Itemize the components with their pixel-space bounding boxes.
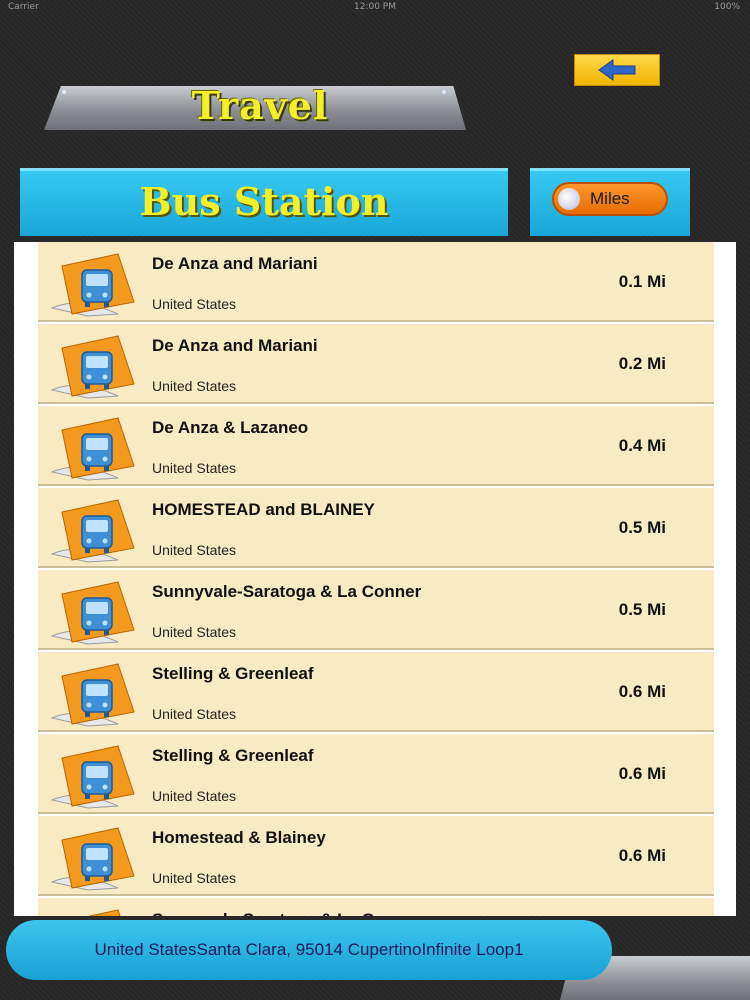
station-distance: 0.2 Mi [618, 354, 666, 373]
station-name: De Anza and Mariani [152, 336, 318, 355]
bus-icon [50, 499, 135, 563]
bus-icon [50, 745, 135, 809]
bus-icon [50, 663, 135, 727]
station-distance: 0.6 Mi [618, 682, 666, 701]
status-bar: Carrier 12:00 PM 100% [0, 0, 750, 14]
section-title: Bus Station [139, 179, 389, 224]
bus-station-icon [48, 252, 138, 318]
station-list[interactable]: De Anza and Mariani United States 0.1 Mi De… [14, 242, 736, 916]
station-country: United States [152, 378, 237, 394]
bus-icon [50, 417, 135, 481]
back-button[interactable] [574, 54, 660, 86]
station-name: De Anza and Mariani [152, 254, 318, 273]
bus-station-icon [48, 416, 138, 482]
station-distance: 0.1 Mi [618, 272, 666, 291]
units-toggle[interactable]: Miles [552, 182, 668, 216]
station-name: HOMESTEAD and BLAINEY [152, 500, 375, 519]
list-item[interactable]: HOMESTEAD and BLAINEY United States 0.5 Mi [38, 488, 714, 568]
list-item[interactable]: Sunnyvale-Saratoga & La Conner United Sta… [38, 570, 714, 650]
station-country: United States [152, 460, 237, 476]
station-name: Sunnyvale-Saratoga & La Conner [152, 582, 422, 601]
bus-station-icon [48, 826, 138, 892]
station-name: Sunnyvale-Saratoga & La Conner [152, 910, 421, 916]
bus-icon [50, 581, 135, 645]
list-item[interactable]: De Anza & Lazaneo United States 0.4 Mi [38, 406, 714, 486]
bus-icon [50, 253, 135, 317]
battery-label: 100% [714, 2, 740, 12]
bus-station-icon [48, 908, 138, 916]
station-distance: 0.5 Mi [618, 600, 666, 619]
bus-icon [87, 909, 121, 916]
station-name: Homestead & Blainey [152, 828, 326, 847]
bus-station-icon [48, 334, 138, 400]
list-item[interactable]: Stelling & Greenleaf United States 0.6 Mi [38, 652, 714, 732]
clock: 12:00 PM [354, 2, 396, 12]
bus-station-icon [48, 580, 138, 646]
station-name: Stelling & Greenleaf [152, 664, 314, 683]
station-distance: 0.5 Mi [618, 518, 666, 537]
list-item[interactable]: Homestead & Blainey United States 0.6 Mi [38, 816, 714, 896]
address-bar[interactable]: United StatesSanta Clara, 95014 Cupertin… [6, 920, 612, 980]
list-item[interactable]: Sunnyvale-Saratoga & La ConnerUnited Sta… [38, 898, 714, 916]
units-label: Miles [590, 189, 630, 208]
station-distance: 0.6 Mi [618, 846, 666, 865]
station-country: United States [152, 870, 237, 886]
bus-station-icon [48, 662, 138, 728]
bus-station-icon [48, 744, 138, 810]
list-item[interactable]: De Anza and Mariani United States 0.1 Mi [38, 242, 714, 322]
toggle-knob[interactable] [558, 188, 580, 210]
station-country: United States [152, 296, 237, 312]
list-item[interactable]: De Anza and Mariani United States 0.2 Mi [38, 324, 714, 404]
station-distance: 0.4 Mi [618, 436, 666, 455]
station-country: United States [152, 788, 237, 804]
address-text: United StatesSanta Clara, 95014 Cupertin… [94, 940, 524, 959]
bus-icon [50, 335, 135, 399]
station-name: De Anza & Lazaneo [152, 418, 309, 437]
app-title: Travel [191, 83, 329, 128]
list-item[interactable]: Stelling & Greenleaf United States 0.6 Mi [38, 734, 714, 814]
back-arrow-icon [598, 59, 636, 81]
bus-icon [50, 827, 135, 891]
bus-station-icon [48, 498, 138, 564]
station-country: United States [152, 706, 237, 722]
station-country: United States [152, 542, 237, 558]
station-distance: 0.6 Mi [618, 764, 666, 783]
station-name: Stelling & Greenleaf [152, 746, 314, 765]
station-country: United States [152, 624, 237, 640]
